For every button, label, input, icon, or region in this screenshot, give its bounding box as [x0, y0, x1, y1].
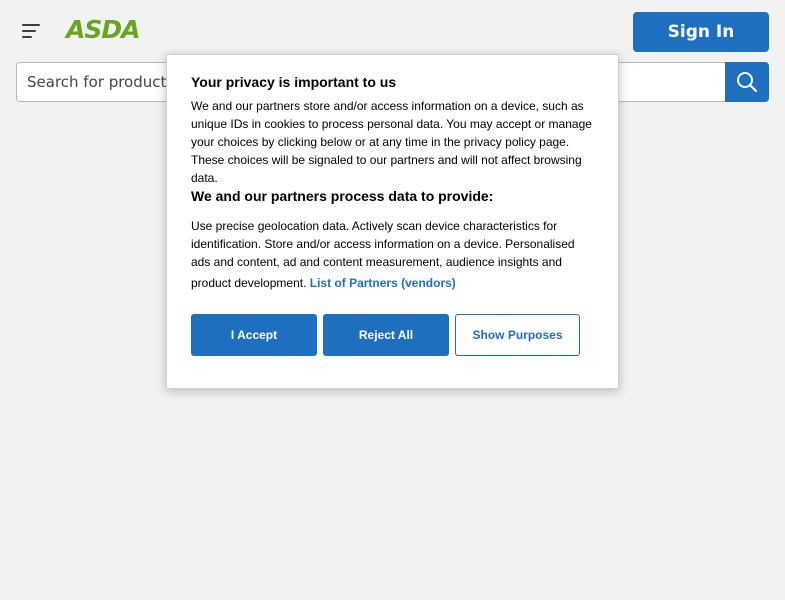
menu-line-bottom — [22, 36, 32, 38]
purposes-tail-text: product development. — [191, 276, 307, 290]
show-purposes-button[interactable]: Show Purposes — [455, 314, 580, 356]
asda-logo[interactable]: ASDA — [66, 15, 140, 44]
consent-subtitle: We and our partners process data to prov… — [191, 188, 494, 204]
consent-description: We and our partners store and/or access … — [191, 99, 592, 185]
consent-purposes-text: Use precise geolocation data. Actively s… — [191, 219, 575, 269]
menu-button[interactable] — [18, 18, 46, 44]
partners-list-link[interactable]: List of Partners (vendors) — [310, 276, 456, 290]
privacy-consent-dialog: Your privacy is important to us We and o… — [166, 54, 619, 389]
consent-title: Your privacy is important to us — [191, 74, 397, 90]
search-button[interactable] — [725, 62, 769, 102]
search-icon — [737, 72, 758, 93]
sign-in-button[interactable]: Sign In — [633, 12, 769, 52]
consent-purposes-tail: product development. List of Partners (v… — [191, 276, 456, 290]
accept-button[interactable]: I Accept — [191, 314, 317, 356]
menu-line-middle — [22, 30, 36, 32]
menu-line-top — [22, 24, 40, 26]
reject-all-button[interactable]: Reject All — [323, 314, 449, 356]
